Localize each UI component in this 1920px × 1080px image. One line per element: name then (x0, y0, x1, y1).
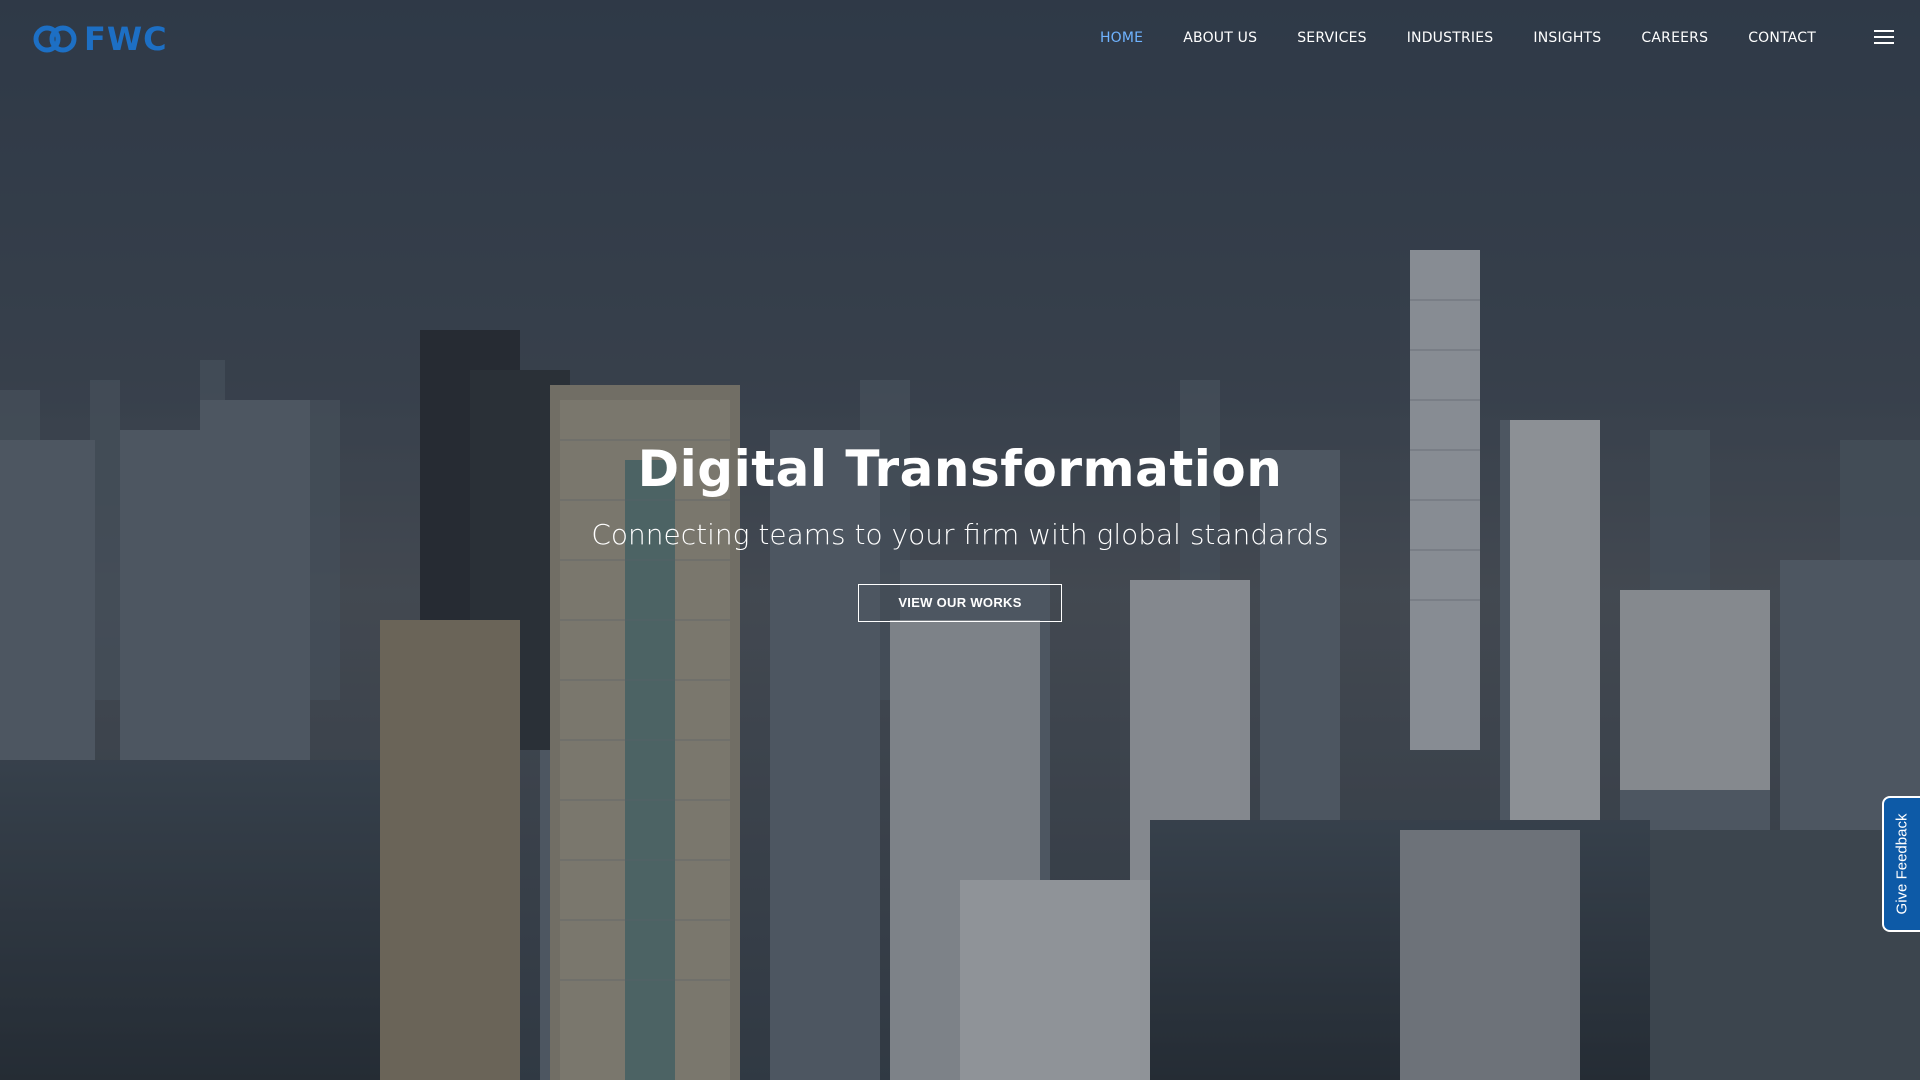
hero-title: Digital Transformation (637, 440, 1283, 498)
logo-rings-icon (33, 25, 77, 53)
nav-item-home[interactable]: HOME (1080, 30, 1163, 46)
hamburger-menu-icon[interactable] (1874, 30, 1894, 44)
logo-text: FWC (84, 20, 168, 58)
view-our-works-button[interactable]: VIEW OUR WORKS (858, 584, 1062, 622)
nav-item-services[interactable]: SERVICES (1277, 30, 1387, 46)
nav-item-about-us[interactable]: ABOUT US (1163, 30, 1277, 46)
brand-logo[interactable]: FWC (32, 20, 168, 58)
nav-item-contact[interactable]: CONTACT (1728, 30, 1836, 46)
nav-item-careers[interactable]: CAREERS (1621, 30, 1728, 46)
give-feedback-button[interactable]: Give Feedback (1882, 796, 1920, 932)
main-navigation: HOME ABOUT US SERVICES INDUSTRIES INSIGH… (1080, 30, 1836, 46)
nav-item-insights[interactable]: INSIGHTS (1513, 30, 1621, 46)
site-header: FWC HOME ABOUT US SERVICES INDUSTRIES IN… (0, 0, 1920, 80)
nav-item-industries[interactable]: INDUSTRIES (1387, 30, 1514, 46)
hero-subtitle: Connecting teams to your firm with globa… (591, 518, 1329, 551)
give-feedback-label: Give Feedback (1893, 813, 1911, 915)
